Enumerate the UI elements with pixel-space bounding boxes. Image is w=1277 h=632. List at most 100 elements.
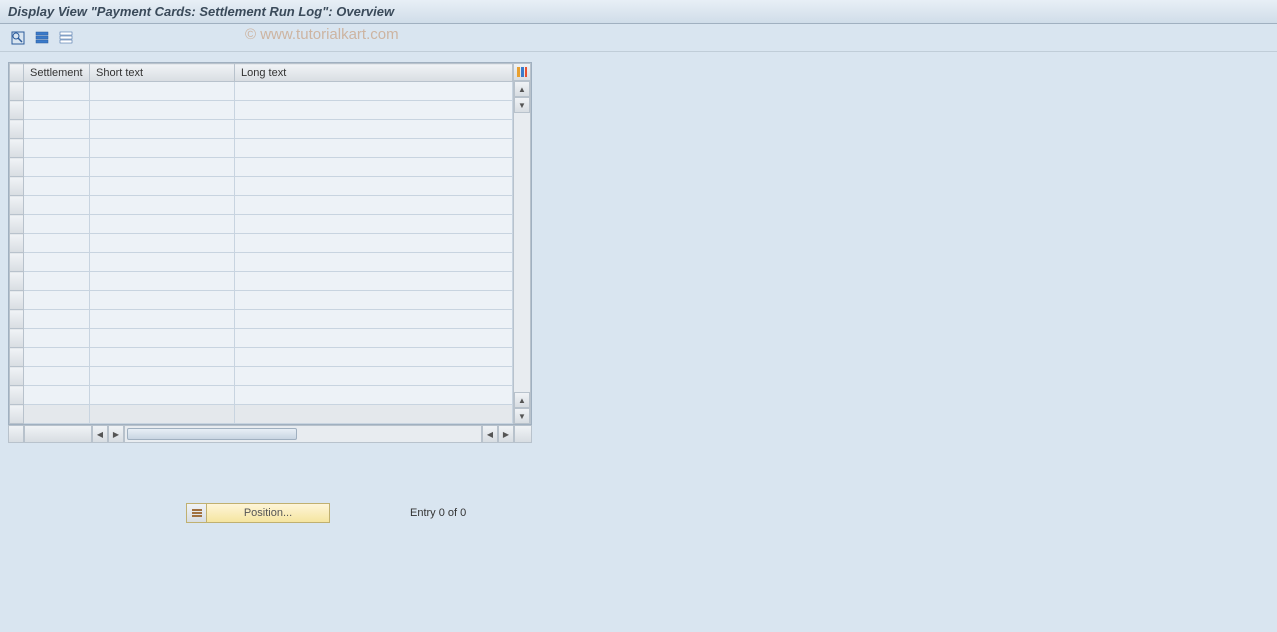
table-cell[interactable]: [235, 405, 513, 424]
table-cell[interactable]: [90, 310, 235, 329]
row-selector[interactable]: [10, 158, 24, 177]
row-selector[interactable]: [10, 405, 24, 424]
table-cell[interactable]: [90, 234, 235, 253]
table-cell[interactable]: [90, 120, 235, 139]
table-cell[interactable]: [24, 348, 90, 367]
table-cell[interactable]: [24, 253, 90, 272]
row-selector[interactable]: [10, 139, 24, 158]
table-cell[interactable]: [235, 101, 513, 120]
scroll-down-bottom-icon[interactable]: ▼: [514, 408, 530, 424]
table-cell[interactable]: [24, 310, 90, 329]
table-cell[interactable]: [90, 158, 235, 177]
table-cell[interactable]: [24, 158, 90, 177]
table-cell[interactable]: [235, 215, 513, 234]
position-icon: [187, 504, 207, 522]
table-cell[interactable]: [235, 291, 513, 310]
row-selector[interactable]: [10, 215, 24, 234]
table-row: [10, 367, 513, 386]
table-cell[interactable]: [24, 196, 90, 215]
row-selector[interactable]: [10, 120, 24, 139]
table-cell[interactable]: [90, 177, 235, 196]
table-cell[interactable]: [235, 386, 513, 405]
row-selector[interactable]: [10, 386, 24, 405]
table-cell[interactable]: [90, 386, 235, 405]
scroll-up-bottom-icon[interactable]: ▲: [514, 392, 530, 408]
column-header-short-text[interactable]: Short text: [90, 64, 235, 82]
table-cell[interactable]: [24, 177, 90, 196]
row-selector[interactable]: [10, 348, 24, 367]
table-cell[interactable]: [90, 291, 235, 310]
hscroll-thumb[interactable]: [127, 428, 297, 440]
table-cell[interactable]: [24, 82, 90, 101]
table-cell[interactable]: [24, 120, 90, 139]
select-all-icon[interactable]: [32, 29, 52, 47]
table-cell[interactable]: [24, 405, 90, 424]
horizontal-scrollbar-row: ◀ ▶ ◀ ▶: [8, 425, 532, 443]
scroll-down-icon[interactable]: ▼: [514, 97, 530, 113]
row-selector[interactable]: [10, 82, 24, 101]
table-cell[interactable]: [90, 139, 235, 158]
table-cell[interactable]: [90, 348, 235, 367]
position-button[interactable]: Position...: [186, 503, 330, 523]
row-selector[interactable]: [10, 101, 24, 120]
row-selector[interactable]: [10, 196, 24, 215]
table-cell[interactable]: [24, 139, 90, 158]
row-selector-header[interactable]: [10, 64, 24, 82]
table-cell[interactable]: [90, 101, 235, 120]
table-cell[interactable]: [235, 329, 513, 348]
table-cell[interactable]: [90, 405, 235, 424]
scroll-right-icon[interactable]: ◀: [482, 425, 498, 443]
table-cell[interactable]: [90, 329, 235, 348]
scroll-up-icon[interactable]: ▲: [514, 81, 530, 97]
vertical-scrollbar[interactable]: ▲ ▼ ▲ ▼: [513, 81, 531, 424]
details-icon[interactable]: [8, 29, 28, 47]
scroll-left-outer-icon[interactable]: ◀: [92, 425, 108, 443]
table-cell[interactable]: [235, 234, 513, 253]
deselect-all-icon[interactable]: [56, 29, 76, 47]
row-selector[interactable]: [10, 310, 24, 329]
table-cell[interactable]: [235, 177, 513, 196]
table-cell[interactable]: [235, 253, 513, 272]
row-selector[interactable]: [10, 367, 24, 386]
table-cell[interactable]: [24, 101, 90, 120]
table-cell[interactable]: [235, 158, 513, 177]
configure-columns-icon[interactable]: [513, 63, 531, 81]
table-row: [10, 329, 513, 348]
table-cell[interactable]: [235, 348, 513, 367]
table-cell[interactable]: [24, 329, 90, 348]
row-selector[interactable]: [10, 234, 24, 253]
row-selector[interactable]: [10, 329, 24, 348]
row-selector[interactable]: [10, 177, 24, 196]
table-row: [10, 215, 513, 234]
table-cell[interactable]: [90, 367, 235, 386]
table-cell[interactable]: [24, 272, 90, 291]
table-cell[interactable]: [90, 253, 235, 272]
scroll-right-outer-icon[interactable]: ▶: [498, 425, 514, 443]
table-cell[interactable]: [235, 196, 513, 215]
table-cell[interactable]: [24, 367, 90, 386]
column-header-settlement[interactable]: Settlement: [24, 64, 90, 82]
table-cell[interactable]: [24, 291, 90, 310]
table-cell[interactable]: [235, 139, 513, 158]
table-cell[interactable]: [24, 234, 90, 253]
row-selector[interactable]: [10, 291, 24, 310]
table-cell[interactable]: [90, 215, 235, 234]
scroll-left-icon[interactable]: ▶: [108, 425, 124, 443]
table-cell[interactable]: [90, 272, 235, 291]
page-title: Display View "Payment Cards: Settlement …: [8, 4, 394, 19]
table-cell[interactable]: [90, 82, 235, 101]
horizontal-scrollbar[interactable]: [124, 425, 482, 443]
table-cell[interactable]: [235, 310, 513, 329]
row-selector[interactable]: [10, 253, 24, 272]
table-cell[interactable]: [235, 120, 513, 139]
table-cell[interactable]: [24, 386, 90, 405]
table-cell[interactable]: [90, 196, 235, 215]
table-cell[interactable]: [235, 82, 513, 101]
row-selector[interactable]: [10, 272, 24, 291]
table-row: [10, 291, 513, 310]
table-cell[interactable]: [235, 367, 513, 386]
title-bar: Display View "Payment Cards: Settlement …: [0, 0, 1277, 24]
table-cell[interactable]: [24, 215, 90, 234]
table-cell[interactable]: [235, 272, 513, 291]
column-header-long-text[interactable]: Long text: [235, 64, 513, 82]
